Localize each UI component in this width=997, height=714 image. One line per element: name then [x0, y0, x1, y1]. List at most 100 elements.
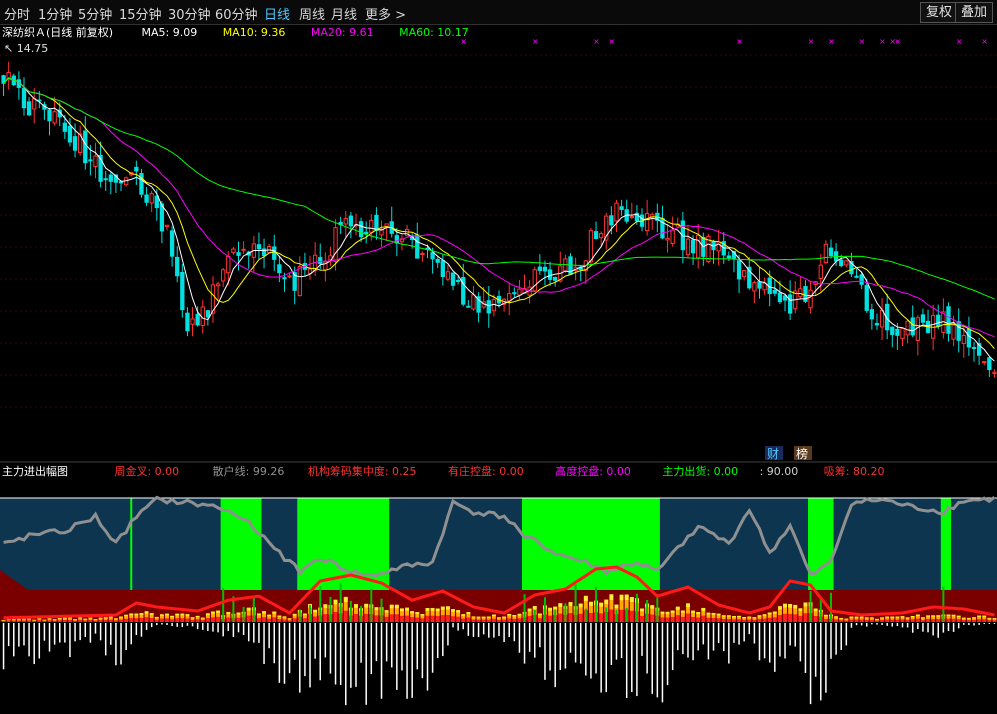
period-tab-5min[interactable]: 5分钟	[78, 4, 112, 23]
candle-body	[798, 288, 803, 298]
accumulation-bar-top	[502, 616, 507, 618]
overlay-button[interactable]: 叠加	[955, 2, 994, 23]
accumulation-bar-top	[640, 608, 644, 612]
candle-body	[333, 227, 338, 262]
accumulation-bar-top	[216, 610, 220, 613]
accumulation-bar-top	[558, 603, 563, 608]
candle-body	[614, 202, 619, 222]
accumulation-bar-top	[548, 607, 552, 611]
restore-rights-button[interactable]: 复权	[920, 2, 959, 23]
candle-body	[532, 269, 537, 292]
ranking-badge[interactable]: 榜	[796, 446, 808, 461]
accumulation-bar-top	[726, 615, 731, 617]
accumulation-bar-top	[583, 595, 588, 602]
candle-body	[430, 252, 435, 260]
candle-body	[72, 136, 78, 151]
candle-body	[593, 231, 599, 240]
accumulation-bar-top	[931, 615, 936, 617]
accumulation-bar-top	[236, 612, 241, 615]
candle-body	[164, 224, 170, 227]
main-chart-grid	[0, 54, 997, 408]
candle-body	[619, 206, 624, 211]
candle-body	[992, 371, 997, 374]
accumulation-bar-top	[553, 606, 558, 610]
accumulation-bar-top	[527, 608, 532, 612]
accumulation-bar-top	[532, 606, 537, 610]
candle-body	[47, 109, 52, 122]
period-tab-fenshi[interactable]: 分时	[4, 4, 30, 23]
high-price-value: 14.75	[17, 42, 49, 55]
accumulation-bar-top	[195, 615, 200, 618]
period-tab-1min[interactable]: 1分钟	[38, 4, 72, 23]
candlestick-series	[1, 61, 997, 378]
candle-body	[471, 294, 476, 310]
candle-body	[966, 328, 972, 348]
finance-badge[interactable]: 财	[767, 447, 779, 461]
period-tab-30min[interactable]: 30分钟	[168, 4, 211, 23]
accumulation-bar-top	[752, 617, 757, 619]
candle-body	[859, 274, 864, 285]
accumulation-bar-top	[425, 608, 430, 611]
accumulation-bar-top	[849, 616, 854, 618]
period-tab-weekly[interactable]: 周线	[299, 4, 325, 23]
accumulation-bar-top	[302, 613, 307, 616]
accumulation-bar-top	[798, 608, 803, 612]
accumulation-bar-top	[507, 613, 512, 616]
candle-body	[394, 235, 400, 244]
accumulation-bar-top	[246, 607, 251, 611]
accumulation-bar-top	[890, 616, 895, 618]
accumulation-bar-top	[446, 606, 450, 610]
candle-body	[818, 264, 823, 279]
accumulation-bar-top	[951, 614, 956, 617]
candle-body	[772, 289, 777, 294]
accumulation-bar-top	[139, 613, 144, 615]
more-periods-menu[interactable]: 更多 >	[365, 4, 406, 23]
accumulation-bar-top	[813, 608, 818, 612]
accumulation-bar-top	[88, 617, 93, 619]
accumulation-bar-top	[742, 617, 747, 619]
accumulation-bar-top	[589, 601, 593, 606]
candle-body	[787, 294, 793, 314]
event-marker: ×	[879, 37, 886, 46]
ma5-legend: MA5: 9.09	[141, 26, 197, 39]
candle-body	[547, 269, 553, 280]
candle-body	[644, 213, 650, 232]
accumulation-bar-top	[537, 613, 542, 616]
candle-body	[486, 300, 491, 314]
period-tab-daily[interactable]: 日线	[264, 4, 290, 23]
accumulation-bar-top	[394, 604, 399, 609]
candle-body	[256, 244, 262, 250]
accumulation-bar-top	[466, 612, 471, 615]
accumulation-bar-top	[108, 616, 113, 618]
candle-body	[961, 335, 966, 345]
period-tab-60min[interactable]: 60分钟	[215, 4, 258, 23]
moving-average-lines	[3, 77, 995, 362]
accumulation-bar-top	[895, 616, 900, 618]
accumulation-bar-top	[476, 616, 481, 618]
candle-body	[982, 361, 987, 364]
candle-body	[542, 266, 548, 272]
accumulation-bar-top	[134, 613, 139, 616]
accumulation-bar-top	[200, 617, 205, 619]
candle-body	[757, 281, 762, 289]
candle-body	[685, 238, 691, 255]
period-tab-monthly[interactable]: 月线	[331, 4, 357, 23]
candle-body	[195, 313, 200, 326]
accumulation-bar-top	[333, 599, 338, 605]
candle-body	[839, 259, 844, 267]
accumulation-bar-top	[73, 619, 77, 620]
candle-body	[971, 346, 977, 349]
accumulation-bar-top	[767, 612, 772, 615]
accumulation-bar-top	[609, 594, 614, 600]
accumulation-bar-top	[185, 614, 190, 616]
candle-body	[369, 219, 374, 233]
event-marker: ×	[736, 37, 743, 46]
period-tab-15min[interactable]: 15分钟	[119, 4, 162, 23]
accumulation-bar-top	[405, 607, 409, 611]
accumulation-bar-top	[834, 616, 839, 618]
retail-line-legend: 散户线: 99.26	[213, 464, 285, 478]
candle-body	[629, 216, 634, 219]
accumulation-bar-top	[114, 618, 118, 620]
candle-body	[190, 318, 195, 325]
accumulation-bar-top	[823, 614, 828, 617]
